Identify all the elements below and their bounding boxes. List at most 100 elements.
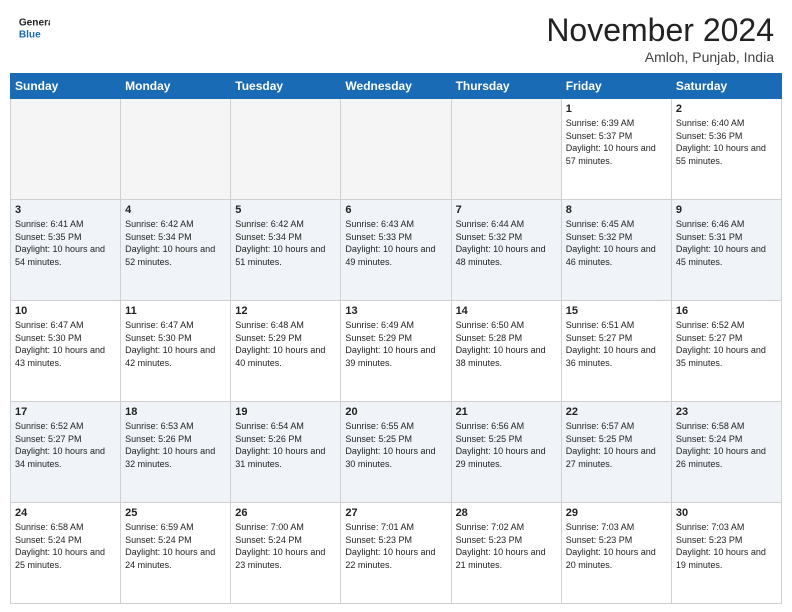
sunset-label: Sunset: 5:30 PM bbox=[125, 333, 192, 343]
calendar-header: Sunday Monday Tuesday Wednesday Thursday… bbox=[11, 74, 782, 99]
week-row-2: 3 Sunrise: 6:41 AM Sunset: 5:35 PM Dayli… bbox=[11, 200, 782, 301]
day-info: Sunrise: 7:03 AM Sunset: 5:23 PM Dayligh… bbox=[676, 521, 777, 571]
day-info: Sunrise: 6:47 AM Sunset: 5:30 PM Dayligh… bbox=[15, 319, 116, 369]
sunrise-label: Sunrise: 6:56 AM bbox=[456, 421, 525, 431]
day-info: Sunrise: 6:48 AM Sunset: 5:29 PM Dayligh… bbox=[235, 319, 336, 369]
daylight-label: Daylight: 10 hours and 24 minutes. bbox=[125, 547, 215, 570]
day-info: Sunrise: 6:39 AM Sunset: 5:37 PM Dayligh… bbox=[566, 117, 667, 167]
day-cell: 10 Sunrise: 6:47 AM Sunset: 5:30 PM Dayl… bbox=[11, 301, 121, 402]
sunrise-label: Sunrise: 6:42 AM bbox=[125, 219, 194, 229]
sunrise-label: Sunrise: 6:57 AM bbox=[566, 421, 635, 431]
daylight-label: Daylight: 10 hours and 40 minutes. bbox=[235, 345, 325, 368]
day-cell: 14 Sunrise: 6:50 AM Sunset: 5:28 PM Dayl… bbox=[451, 301, 561, 402]
day-cell: 11 Sunrise: 6:47 AM Sunset: 5:30 PM Dayl… bbox=[121, 301, 231, 402]
sunrise-label: Sunrise: 6:48 AM bbox=[235, 320, 304, 330]
calendar: Sunday Monday Tuesday Wednesday Thursday… bbox=[0, 73, 792, 612]
sunrise-label: Sunrise: 6:46 AM bbox=[676, 219, 745, 229]
calendar-body: 1 Sunrise: 6:39 AM Sunset: 5:37 PM Dayli… bbox=[11, 99, 782, 604]
day-number: 24 bbox=[15, 507, 116, 519]
day-number: 19 bbox=[235, 406, 336, 418]
sunset-label: Sunset: 5:33 PM bbox=[345, 232, 412, 242]
day-cell: 27 Sunrise: 7:01 AM Sunset: 5:23 PM Dayl… bbox=[341, 503, 451, 604]
header: General Blue General Blue November 2024 … bbox=[0, 0, 792, 73]
daylight-label: Daylight: 10 hours and 27 minutes. bbox=[566, 446, 656, 469]
day-cell: 20 Sunrise: 6:55 AM Sunset: 5:25 PM Dayl… bbox=[341, 402, 451, 503]
day-info: Sunrise: 6:42 AM Sunset: 5:34 PM Dayligh… bbox=[125, 218, 226, 268]
calendar-table: Sunday Monday Tuesday Wednesday Thursday… bbox=[10, 73, 782, 604]
sunrise-label: Sunrise: 6:39 AM bbox=[566, 118, 635, 128]
day-info: Sunrise: 6:44 AM Sunset: 5:32 PM Dayligh… bbox=[456, 218, 557, 268]
sunset-label: Sunset: 5:25 PM bbox=[345, 434, 412, 444]
sunrise-label: Sunrise: 6:41 AM bbox=[15, 219, 84, 229]
daylight-label: Daylight: 10 hours and 42 minutes. bbox=[125, 345, 215, 368]
title-block: November 2024 Amloh, Punjab, India bbox=[546, 12, 774, 65]
day-cell: 30 Sunrise: 7:03 AM Sunset: 5:23 PM Dayl… bbox=[671, 503, 781, 604]
day-number: 18 bbox=[125, 406, 226, 418]
sunset-label: Sunset: 5:26 PM bbox=[125, 434, 192, 444]
day-cell: 12 Sunrise: 6:48 AM Sunset: 5:29 PM Dayl… bbox=[231, 301, 341, 402]
day-info: Sunrise: 7:02 AM Sunset: 5:23 PM Dayligh… bbox=[456, 521, 557, 571]
day-number: 13 bbox=[345, 305, 446, 317]
day-info: Sunrise: 6:43 AM Sunset: 5:33 PM Dayligh… bbox=[345, 218, 446, 268]
day-info: Sunrise: 6:59 AM Sunset: 5:24 PM Dayligh… bbox=[125, 521, 226, 571]
day-number: 30 bbox=[676, 507, 777, 519]
sunset-label: Sunset: 5:25 PM bbox=[456, 434, 523, 444]
sunset-label: Sunset: 5:35 PM bbox=[15, 232, 82, 242]
day-info: Sunrise: 6:42 AM Sunset: 5:34 PM Dayligh… bbox=[235, 218, 336, 268]
daylight-label: Daylight: 10 hours and 48 minutes. bbox=[456, 244, 546, 267]
sunrise-label: Sunrise: 6:53 AM bbox=[125, 421, 194, 431]
sunrise-label: Sunrise: 6:54 AM bbox=[235, 421, 304, 431]
daylight-label: Daylight: 10 hours and 20 minutes. bbox=[566, 547, 656, 570]
daylight-label: Daylight: 10 hours and 45 minutes. bbox=[676, 244, 766, 267]
daylight-label: Daylight: 10 hours and 54 minutes. bbox=[15, 244, 105, 267]
day-info: Sunrise: 6:40 AM Sunset: 5:36 PM Dayligh… bbox=[676, 117, 777, 167]
day-info: Sunrise: 6:54 AM Sunset: 5:26 PM Dayligh… bbox=[235, 420, 336, 470]
day-number: 4 bbox=[125, 204, 226, 216]
day-number: 29 bbox=[566, 507, 667, 519]
sunrise-label: Sunrise: 6:52 AM bbox=[15, 421, 84, 431]
day-number: 17 bbox=[15, 406, 116, 418]
daylight-label: Daylight: 10 hours and 36 minutes. bbox=[566, 345, 656, 368]
col-thursday: Thursday bbox=[451, 74, 561, 99]
daylight-label: Daylight: 10 hours and 46 minutes. bbox=[566, 244, 656, 267]
daylight-label: Daylight: 10 hours and 34 minutes. bbox=[15, 446, 105, 469]
sunrise-label: Sunrise: 6:51 AM bbox=[566, 320, 635, 330]
day-cell: 5 Sunrise: 6:42 AM Sunset: 5:34 PM Dayli… bbox=[231, 200, 341, 301]
daylight-label: Daylight: 10 hours and 26 minutes. bbox=[676, 446, 766, 469]
week-row-4: 17 Sunrise: 6:52 AM Sunset: 5:27 PM Dayl… bbox=[11, 402, 782, 503]
day-cell: 19 Sunrise: 6:54 AM Sunset: 5:26 PM Dayl… bbox=[231, 402, 341, 503]
day-info: Sunrise: 6:50 AM Sunset: 5:28 PM Dayligh… bbox=[456, 319, 557, 369]
day-cell: 1 Sunrise: 6:39 AM Sunset: 5:37 PM Dayli… bbox=[561, 99, 671, 200]
sunrise-label: Sunrise: 6:45 AM bbox=[566, 219, 635, 229]
day-cell: 4 Sunrise: 6:42 AM Sunset: 5:34 PM Dayli… bbox=[121, 200, 231, 301]
sunset-label: Sunset: 5:24 PM bbox=[676, 434, 743, 444]
page: General Blue General Blue November 2024 … bbox=[0, 0, 792, 612]
daylight-label: Daylight: 10 hours and 32 minutes. bbox=[125, 446, 215, 469]
day-number: 15 bbox=[566, 305, 667, 317]
sunrise-label: Sunrise: 7:03 AM bbox=[566, 522, 635, 532]
day-cell: 17 Sunrise: 6:52 AM Sunset: 5:27 PM Dayl… bbox=[11, 402, 121, 503]
day-number: 6 bbox=[345, 204, 446, 216]
daylight-label: Daylight: 10 hours and 39 minutes. bbox=[345, 345, 435, 368]
day-number: 7 bbox=[456, 204, 557, 216]
day-cell: 3 Sunrise: 6:41 AM Sunset: 5:35 PM Dayli… bbox=[11, 200, 121, 301]
sunset-label: Sunset: 5:29 PM bbox=[235, 333, 302, 343]
day-number: 16 bbox=[676, 305, 777, 317]
day-number: 25 bbox=[125, 507, 226, 519]
daylight-label: Daylight: 10 hours and 55 minutes. bbox=[676, 143, 766, 166]
sunset-label: Sunset: 5:24 PM bbox=[15, 535, 82, 545]
day-cell bbox=[121, 99, 231, 200]
sunrise-label: Sunrise: 7:03 AM bbox=[676, 522, 745, 532]
day-info: Sunrise: 6:58 AM Sunset: 5:24 PM Dayligh… bbox=[15, 521, 116, 571]
sunset-label: Sunset: 5:30 PM bbox=[15, 333, 82, 343]
day-info: Sunrise: 6:47 AM Sunset: 5:30 PM Dayligh… bbox=[125, 319, 226, 369]
daylight-label: Daylight: 10 hours and 52 minutes. bbox=[125, 244, 215, 267]
sunset-label: Sunset: 5:23 PM bbox=[345, 535, 412, 545]
sunset-label: Sunset: 5:27 PM bbox=[15, 434, 82, 444]
sunset-label: Sunset: 5:25 PM bbox=[566, 434, 633, 444]
daylight-label: Daylight: 10 hours and 57 minutes. bbox=[566, 143, 656, 166]
svg-text:General: General bbox=[19, 17, 50, 28]
day-info: Sunrise: 7:00 AM Sunset: 5:24 PM Dayligh… bbox=[235, 521, 336, 571]
day-info: Sunrise: 6:41 AM Sunset: 5:35 PM Dayligh… bbox=[15, 218, 116, 268]
day-cell: 26 Sunrise: 7:00 AM Sunset: 5:24 PM Dayl… bbox=[231, 503, 341, 604]
